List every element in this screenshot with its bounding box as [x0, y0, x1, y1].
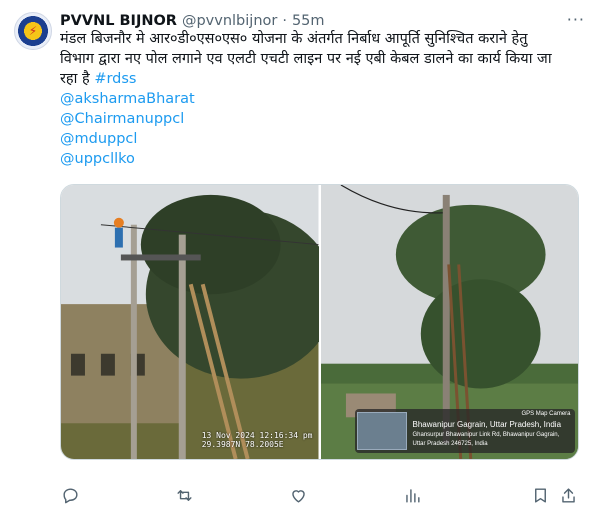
repost-icon[interactable]: [175, 486, 194, 509]
photo-stamp-line: 29.3987N 78.2005E: [201, 440, 284, 449]
gps-location-title: Bhawanipur Gagrain, Uttar Pradesh, India: [412, 420, 562, 429]
tweet-text: मंडल बिजनौर मे आर०डी०एस०एस० योजना के अंत…: [60, 29, 580, 169]
photo-stamp-line: 13 Nov 2024 12:16:34 pm: [201, 431, 313, 440]
share-icon[interactable]: [559, 486, 578, 509]
action-bar: [60, 486, 578, 508]
tweet-text-fragment: रहा है: [60, 71, 90, 87]
tweet-header: PVVNL BIJNOR @pvvnlbijnor · 55m: [60, 11, 325, 31]
tweet-text-line: मंडल बिजनौर मे आर०डी०एस०एस० योजना के अंत…: [60, 31, 528, 47]
tweet-text-line: विभाग द्वारा नए पोल लगाने एव एलटी एचटी ल…: [60, 51, 552, 67]
avatar[interactable]: ⚡: [14, 12, 52, 50]
hashtag-link[interactable]: #rdss: [94, 71, 136, 87]
mention-link[interactable]: @uppcllko: [60, 149, 580, 169]
mention-link[interactable]: @Chairmanuppcl: [60, 109, 580, 129]
pole-ladder-photo: [61, 185, 319, 459]
tweet-text-line: रहा है #rdss: [60, 69, 580, 89]
more-options-icon[interactable]: ···: [567, 10, 585, 29]
gps-map-thumbnail: [356, 412, 407, 450]
gps-address-line: Uttar Pradesh 246725, India: [412, 441, 488, 447]
reply-icon[interactable]: [61, 486, 80, 509]
tweet-card[interactable]: ⚡ PVVNL BIJNOR @pvvnlbijnor · 55m ··· मं…: [0, 0, 599, 518]
gps-address-line: Ghansurpur Bhawanipur Link Rd, Bhawanipu…: [412, 432, 560, 438]
separator-dot: ·: [282, 13, 287, 29]
mention-link[interactable]: @aksharmaBharat: [60, 89, 580, 109]
timestamp[interactable]: 55m: [292, 13, 325, 29]
author-name[interactable]: PVVNL BIJNOR: [60, 13, 177, 29]
lightning-icon: ⚡: [28, 24, 38, 38]
photo-timestamp: 13 Nov 2024 12:16:34 pm 29.3987N 78.2005…: [202, 431, 313, 449]
media-photo-2[interactable]: GPS Map Camera Bhawanipur Gagrain, Uttar…: [320, 185, 578, 459]
media-gallery: 13 Nov 2024 12:16:34 pm 29.3987N 78.2005…: [60, 184, 579, 460]
author-handle[interactable]: @pvvnlbijnor: [182, 13, 277, 29]
gps-brand: GPS Map Camera: [521, 411, 571, 417]
views-icon[interactable]: [403, 486, 422, 509]
bookmark-icon[interactable]: [531, 486, 550, 509]
mention-link[interactable]: @mduppcl: [60, 129, 580, 149]
gps-overlay: GPS Map Camera Bhawanipur Gagrain, Uttar…: [354, 409, 575, 453]
media-photo-1[interactable]: 13 Nov 2024 12:16:34 pm 29.3987N 78.2005…: [61, 185, 319, 459]
like-icon[interactable]: [289, 486, 308, 509]
